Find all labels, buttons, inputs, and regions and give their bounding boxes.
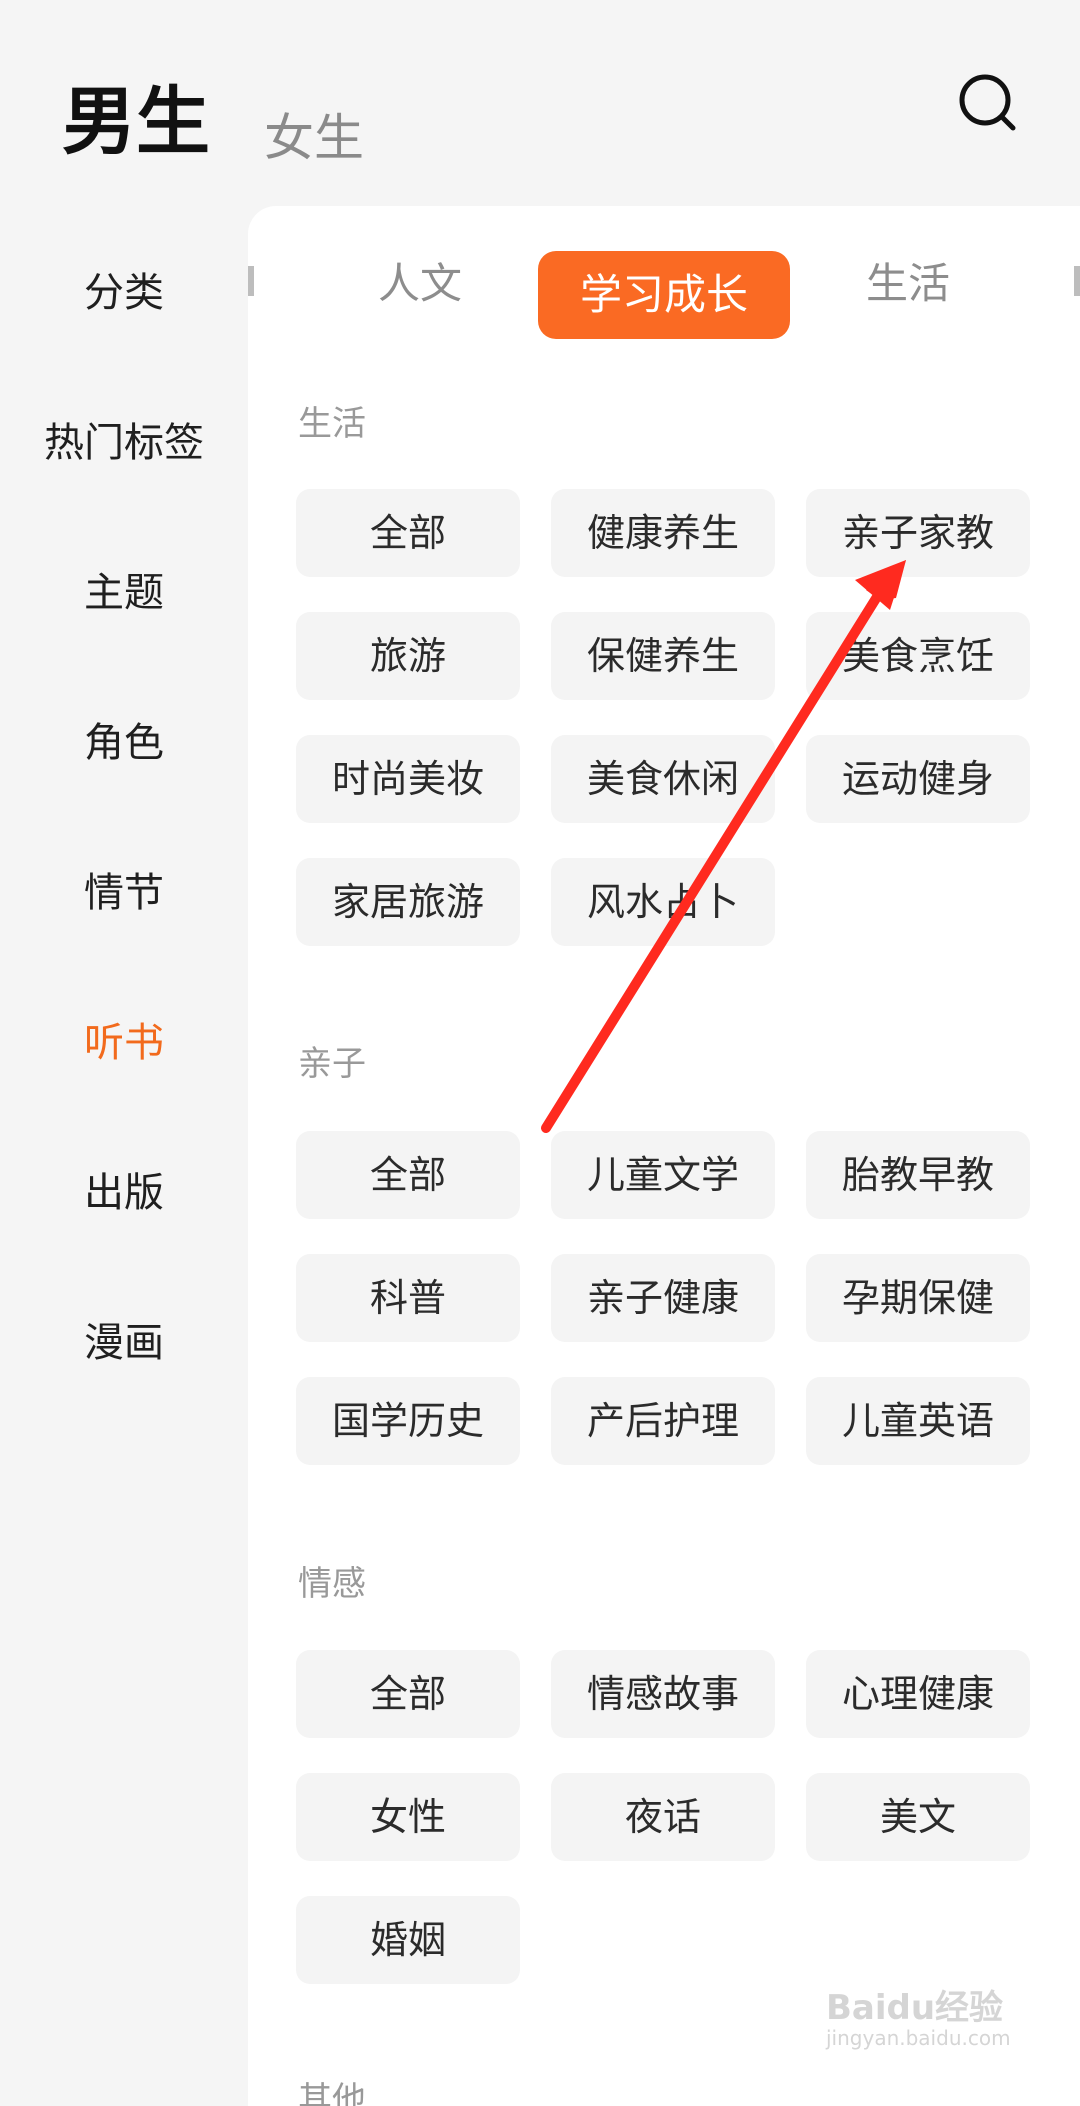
chip-parenting-all[interactable]: 全部 <box>296 1131 520 1219</box>
chip-fitness[interactable]: 运动健身 <box>806 735 1030 823</box>
subtab-learning-growth[interactable]: 学习成长 <box>538 251 790 339</box>
tab-male[interactable]: 男生 <box>62 62 210 169</box>
chip-essays[interactable]: 美文 <box>806 1773 1030 1861</box>
section-title-parenting: 亲子 <box>298 1044 366 1084</box>
chip-prenatal[interactable]: 胎教早教 <box>806 1131 1030 1219</box>
subtab-life[interactable]: 生活 <box>866 250 950 311</box>
tab-female[interactable]: 女生 <box>264 98 364 170</box>
chip-kids-english[interactable]: 儿童英语 <box>806 1377 1030 1465</box>
chip-life-all[interactable]: 全部 <box>296 489 520 577</box>
watermark-logo: Baidu经验 <box>826 1988 1004 2028</box>
chip-parenting[interactable]: 亲子家教 <box>806 489 1030 577</box>
subtab-fragment-right <box>1074 266 1080 296</box>
sidebar-item-theme[interactable]: 主题 <box>0 560 248 618</box>
chip-emotion-all[interactable]: 全部 <box>296 1650 520 1738</box>
chip-science[interactable]: 科普 <box>296 1254 520 1342</box>
chip-fengshui[interactable]: 风水占卜 <box>551 858 775 946</box>
chip-wellness[interactable]: 保健养生 <box>551 612 775 700</box>
chip-emotion-stories[interactable]: 情感故事 <box>551 1650 775 1738</box>
chip-home-travel[interactable]: 家居旅游 <box>296 858 520 946</box>
chip-health[interactable]: 健康养生 <box>551 489 775 577</box>
sidebar-item-role[interactable]: 角色 <box>0 710 248 768</box>
sidebar-item-publish[interactable]: 出版 <box>0 1160 248 1218</box>
chip-cooking[interactable]: 美食烹饪 <box>806 612 1030 700</box>
chip-children-lit[interactable]: 儿童文学 <box>551 1131 775 1219</box>
chip-chinese-history[interactable]: 国学历史 <box>296 1377 520 1465</box>
chip-night-talk[interactable]: 夜话 <box>551 1773 775 1861</box>
category-panel: 人文 学习成长 生活 生活 全部 健康养生 亲子家教 旅游 保健养生 美食烹饪 … <box>248 206 1080 2106</box>
chip-travel[interactable]: 旅游 <box>296 612 520 700</box>
sidebar-item-plot[interactable]: 情节 <box>0 860 248 918</box>
chip-fashion[interactable]: 时尚美妆 <box>296 735 520 823</box>
sidebar-item-comic[interactable]: 漫画 <box>0 1310 248 1368</box>
chip-women[interactable]: 女性 <box>296 1773 520 1861</box>
watermark-url: jingyan.baidu.com <box>826 2026 1011 2050</box>
chip-child-health[interactable]: 亲子健康 <box>551 1254 775 1342</box>
sidebar-item-hot-tags[interactable]: 热门标签 <box>0 410 248 468</box>
section-title-emotion: 情感 <box>298 1564 366 1604</box>
subtab-fragment-left <box>248 266 254 296</box>
chip-mental-health[interactable]: 心理健康 <box>806 1650 1030 1738</box>
baidu-watermark: Baidu经验 jingyan.baidu.com <box>826 1980 1041 2058</box>
section-title-other: 其他 <box>298 2080 366 2106</box>
sidebar-item-classify[interactable]: 分类 <box>0 260 248 318</box>
search-button[interactable] <box>955 70 1019 134</box>
section-title-life: 生活 <box>298 404 366 444</box>
chip-postpartum[interactable]: 产后护理 <box>551 1377 775 1465</box>
chip-marriage[interactable]: 婚姻 <box>296 1896 520 1984</box>
subtab-humanities[interactable]: 人文 <box>378 250 462 311</box>
chip-pregnancy-care[interactable]: 孕期保健 <box>806 1254 1030 1342</box>
sidebar-item-audiobook[interactable]: 听书 <box>0 1010 248 1068</box>
chip-food-leisure[interactable]: 美食休闲 <box>551 735 775 823</box>
search-icon <box>959 74 1016 131</box>
